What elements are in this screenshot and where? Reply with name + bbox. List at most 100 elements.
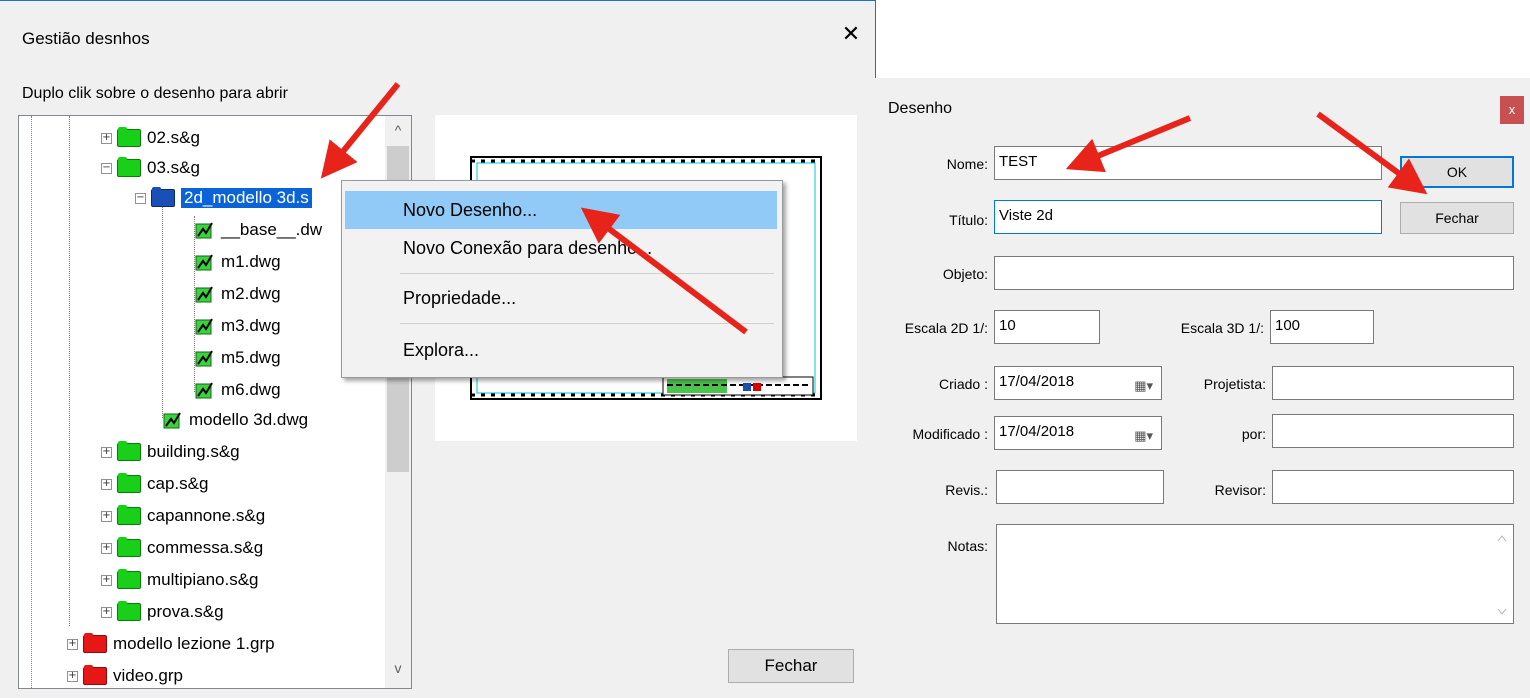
red-folder-icon (83, 633, 107, 653)
criado-label: Criado : (938, 376, 988, 392)
close-button[interactable]: Fechar (728, 649, 854, 683)
tree-item-label: __base__.dw (221, 220, 323, 239)
green-folder-icon (117, 441, 141, 461)
collapse-icon[interactable]: − (101, 162, 112, 174)
tree-item-cap[interactable]: + cap.s&g (101, 470, 208, 498)
tree-guide-line (31, 116, 32, 688)
menu-item-properties[interactable]: Propriedade... (345, 279, 777, 317)
tree-item-capannone[interactable]: + capannone.s&g (101, 502, 265, 530)
drawing-dialog: Desenho x Nome: TEST OK Título: Viste 2d… (872, 78, 1530, 698)
green-folder-icon (117, 505, 141, 525)
dwg-file-icon (195, 382, 213, 399)
tree-item-m1[interactable]: m1.dwg (195, 248, 281, 276)
expand-icon[interactable]: + (101, 132, 112, 144)
dwg-file-icon (195, 222, 213, 239)
menu-separator (400, 273, 774, 274)
tree-item-label: cap.s&g (147, 474, 209, 493)
escala-3d-field[interactable]: 100 (1270, 310, 1374, 344)
modificado-date-field[interactable]: 17/04/2018 ▦▾ (994, 416, 1162, 450)
modificado-label: Modificado : (912, 426, 988, 442)
scroll-up-icon[interactable]: ^ (385, 122, 411, 144)
tree-item-modello-3d[interactable]: modello 3d.dwg (163, 406, 308, 434)
escala-2d-label: Escala 2D 1/: (904, 320, 988, 336)
close-icon[interactable]: x (1500, 96, 1524, 124)
dwg-file-icon (195, 286, 213, 303)
por-field[interactable] (1272, 414, 1514, 448)
expand-icon[interactable]: + (101, 574, 112, 586)
tree-item-video[interactable]: + video.grp (67, 662, 183, 688)
tree-item-label: building.s&g (147, 442, 240, 461)
textarea-scroll-arrows-icon[interactable] (1497, 535, 1507, 615)
tree-item-label: m2.dwg (221, 284, 281, 303)
tree-item-prova[interactable]: + prova.s&g (101, 598, 224, 626)
fechar-button[interactable]: Fechar (1400, 202, 1514, 234)
nome-field[interactable]: TEST (994, 146, 1382, 180)
tree-item-building[interactable]: + building.s&g (101, 438, 240, 466)
tree-item-modello-lezione[interactable]: + modello lezione 1.grp (67, 630, 275, 658)
nome-label: Nome: (946, 156, 988, 172)
tree-item-label: commessa.s&g (147, 538, 264, 557)
objeto-label: Objeto: (942, 266, 988, 282)
criado-date-value: 17/04/2018 (999, 373, 1075, 390)
scroll-down-icon[interactable]: v (385, 660, 411, 682)
criado-date-field[interactable]: 17/04/2018 ▦▾ (994, 366, 1162, 400)
ok-button[interactable]: OK (1400, 156, 1514, 188)
tree-item-label: 02.s&g (147, 128, 200, 147)
titulo-label: Título: (949, 212, 988, 228)
escala-3d-label: Escala 3D 1/: (1180, 320, 1264, 336)
tree-item-m6[interactable]: m6.dwg (195, 376, 281, 404)
revisor-label: Revisor: (1214, 482, 1266, 498)
revis-field[interactable] (996, 470, 1164, 504)
tree-item-label-selected: 2d_modello 3d.s (181, 188, 312, 208)
expand-icon[interactable]: + (67, 670, 78, 682)
tree-item-m2[interactable]: m2.dwg (195, 280, 281, 308)
green-folder-icon (117, 601, 141, 621)
tree-item-commessa[interactable]: + commessa.s&g (101, 534, 263, 562)
dwg-file-icon (195, 318, 213, 335)
expand-icon[interactable]: + (101, 510, 112, 522)
tree-guide-line (162, 202, 163, 418)
blue-folder-icon (151, 187, 175, 207)
revisor-field[interactable] (1272, 470, 1514, 504)
tree-item-multipiano[interactable]: + multipiano.s&g (101, 566, 259, 594)
titulo-field[interactable]: Viste 2d (994, 200, 1382, 234)
expand-icon[interactable]: + (101, 478, 112, 490)
dialog-title: Gestião desnhos (22, 29, 150, 48)
tree-item-label: modello lezione 1.grp (113, 634, 275, 653)
escala-2d-field[interactable]: 10 (994, 310, 1100, 344)
green-folder-icon (117, 537, 141, 557)
tree-item-label: capannone.s&g (147, 506, 266, 525)
dwg-file-icon (163, 412, 181, 429)
objeto-field[interactable] (994, 256, 1514, 290)
tree-item-base-dwg[interactable]: __base__.dw (195, 216, 322, 244)
tree-item-03[interactable]: − 03.s&g (101, 154, 200, 182)
expand-icon[interactable]: + (101, 446, 112, 458)
calendar-dropdown-icon[interactable]: ▦▾ (1134, 423, 1153, 449)
calendar-dropdown-icon[interactable]: ▦▾ (1134, 373, 1153, 399)
menu-item-new-drawing[interactable]: Novo Desenho... (345, 191, 777, 229)
tree-item-m5[interactable]: m5.dwg (195, 344, 281, 372)
tree-item-m3[interactable]: m3.dwg (195, 312, 281, 340)
menu-item-explore[interactable]: Explora... (345, 331, 777, 369)
expand-icon[interactable]: + (101, 606, 112, 618)
green-folder-icon (117, 127, 141, 147)
dialog-title: Desenho (888, 100, 953, 117)
menu-item-new-connection[interactable]: Novo Conexão para desenho... (345, 229, 777, 267)
collapse-icon[interactable]: − (135, 192, 146, 204)
projetista-field[interactable] (1272, 366, 1514, 400)
green-folder-icon (117, 157, 141, 177)
tree-item-02[interactable]: + 02.s&g (101, 124, 200, 152)
projetista-label: Projetista: (1203, 376, 1266, 392)
menu-separator (400, 323, 774, 324)
tree-item-label: m6.dwg (221, 380, 281, 399)
expand-icon[interactable]: + (67, 638, 78, 650)
tree-item-2d-modello[interactable]: − 2d_modello 3d.s (135, 184, 312, 212)
tree-item-label: m3.dwg (221, 316, 281, 335)
green-folder-icon (117, 569, 141, 589)
green-folder-icon (117, 473, 141, 493)
dwg-file-icon (195, 350, 213, 367)
tree-item-label: multipiano.s&g (147, 570, 259, 589)
expand-icon[interactable]: + (101, 542, 112, 554)
close-icon[interactable]: ✕ (838, 21, 864, 47)
notas-textarea[interactable] (996, 524, 1514, 624)
